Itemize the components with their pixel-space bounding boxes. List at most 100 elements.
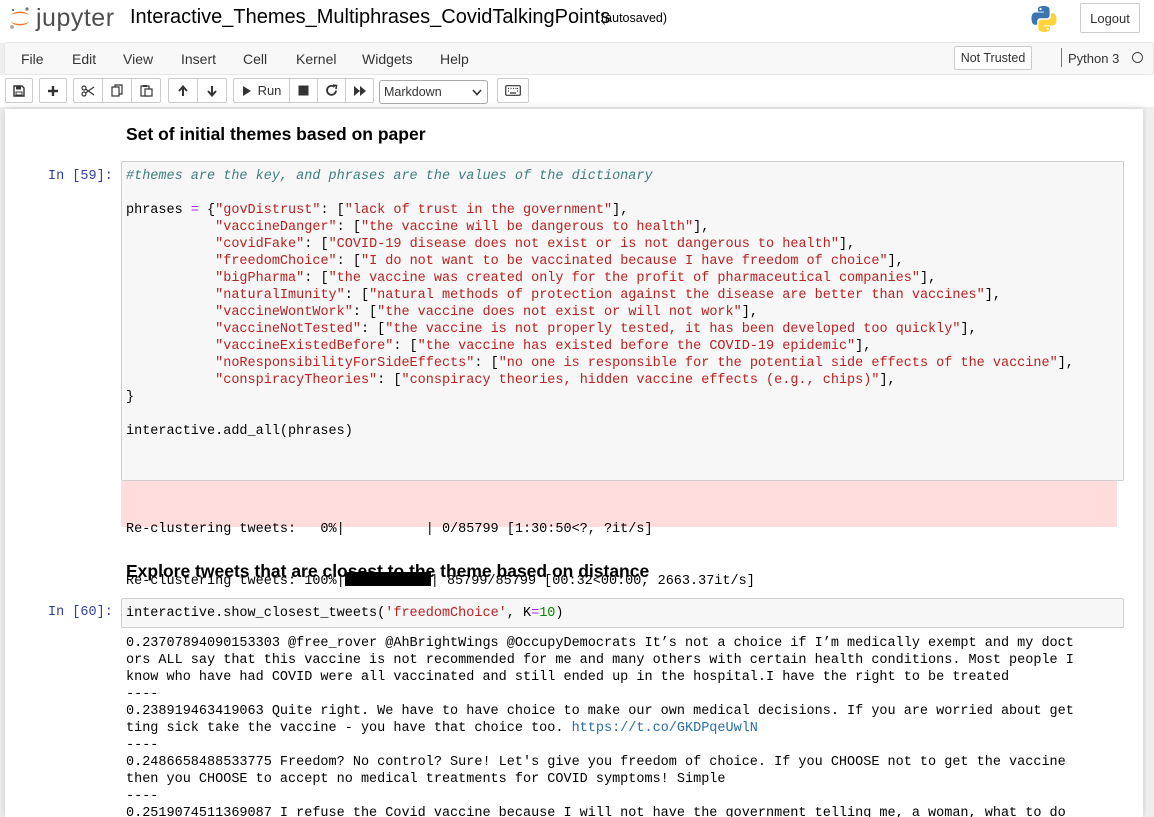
plus-icon [48, 85, 58, 96]
menu-widgets[interactable]: Widgets [362, 51, 413, 67]
code-func: interactive.show_closest_tweets( [126, 606, 386, 621]
move-down-button[interactable] [197, 78, 227, 103]
separator-2: ---- [126, 738, 159, 753]
code-comment-line: #themes are the key, and phrases are the… [126, 168, 1074, 185]
code-dict-value: "the vaccine is not properly tested, it … [385, 322, 961, 337]
code-comment: #themes are the key, and phrases are the… [126, 169, 653, 184]
code-punct: ], [960, 322, 977, 337]
notebook-container[interactable]: Set of initial themes based on paper In … [5, 109, 1143, 817]
save-button[interactable] [5, 78, 33, 103]
code-punct: ], [1057, 356, 1074, 371]
code-operator: = [190, 203, 199, 218]
restart-button[interactable] [317, 78, 346, 103]
code-punct: : [ [304, 271, 329, 286]
input-prompt-60: In [60]: [48, 605, 113, 620]
menu-file[interactable]: File [21, 51, 44, 67]
code-punct: : [ [393, 339, 418, 354]
code-editor-59[interactable]: #themes are the key, and phrases are the… [126, 168, 1074, 440]
code-close-line: } [126, 389, 1074, 406]
save-icon [13, 84, 25, 97]
code-dict-line: "bigPharma": ["the vaccine was created o… [126, 270, 1074, 287]
menu-help[interactable]: Help [440, 51, 469, 67]
code-num: 10 [539, 606, 556, 621]
menu-view[interactable]: View [123, 51, 153, 67]
code-punct: ], [838, 237, 856, 252]
copy-button[interactable] [102, 78, 132, 103]
cell-type-select[interactable]: Markdown [379, 80, 488, 104]
code-dict-line: "vaccineNotTested": ["the vaccine is not… [126, 321, 1074, 338]
menu-cell[interactable]: Cell [243, 51, 267, 67]
code-punct: ], [879, 373, 896, 388]
move-up-button[interactable] [168, 78, 198, 103]
separator-1: ---- [126, 687, 159, 702]
paste-button[interactable] [131, 78, 161, 103]
code-punct: ], [693, 220, 710, 235]
code-dict-key: "vaccineDanger" [215, 220, 337, 235]
code-dict-value: "lack of trust in the government" [344, 203, 613, 218]
code-punct: ], [855, 339, 872, 354]
menubar: File Edit View Insert Cell Kernel Widget… [4, 42, 1154, 75]
markdown-heading-themes[interactable]: Set of initial themes based on paper [126, 124, 426, 145]
input-prompt-59: In [59]: [48, 169, 113, 184]
paste-icon [139, 85, 153, 97]
refresh-icon [326, 84, 338, 96]
code-dict-value: "the vaccine will be dangerous to health… [360, 220, 694, 235]
tweet-2-link[interactable]: https://t.co/GKDPqeUwlN [572, 721, 758, 736]
menu-kernel[interactable]: Kernel [296, 51, 336, 67]
restart-run-all-button[interactable] [345, 78, 374, 103]
markdown-heading-explore[interactable]: Explore tweets that are closest to the t… [126, 561, 649, 582]
command-palette-button[interactable] [497, 78, 529, 103]
code-editor-60[interactable]: interactive.show_closest_tweets('freedom… [126, 605, 564, 622]
code-punct: : [ [360, 322, 386, 337]
kernel-separator [1061, 48, 1062, 67]
progress-line-1: Re-clustering tweets: 0%| | 0/85799 [1:3… [126, 522, 653, 537]
menu-edit[interactable]: Edit [72, 51, 96, 67]
trust-status-button[interactable]: Not Trusted [954, 46, 1032, 70]
code-dict-key: "freedomChoice" [215, 254, 337, 269]
stop-icon [298, 85, 309, 96]
interrupt-button[interactable] [289, 78, 318, 103]
code-punct: ], [984, 288, 1001, 303]
code-close: ) [555, 606, 564, 621]
code-dict-value: "I do not want to be vaccinated because … [360, 254, 888, 269]
arrow-down-icon [207, 85, 217, 97]
code-dict-value: "COVID-19 disease does not exist or is n… [328, 237, 839, 252]
logout-button[interactable]: Logout [1080, 3, 1140, 33]
play-icon [242, 85, 251, 96]
insert-cell-button[interactable] [39, 78, 67, 103]
page-scrollbar-track[interactable] [1146, 109, 1154, 817]
run-button[interactable]: Run [233, 78, 290, 103]
scissors-icon [81, 84, 95, 97]
logo-text: jupyter [36, 3, 115, 32]
notebook-title[interactable]: Interactive_Themes_Multiphrases_CovidTal… [130, 6, 610, 29]
toolbar: Run [0, 75, 1154, 107]
code-dict-line: "covidFake": ["COVID-19 disease does not… [126, 236, 1074, 253]
chevron-down-icon [472, 89, 482, 96]
code-dict-value: "the vaccine has existed before the COVI… [417, 339, 856, 354]
kernel-name[interactable]: Python 3 [1068, 51, 1119, 66]
code-call: interactive.add_all(phrases) [126, 424, 353, 439]
code-dict-line: "conspiracyTheories": ["conspiracy theor… [126, 372, 1074, 389]
cut-button[interactable] [73, 78, 103, 103]
code-dict-key: "govDistrust" [215, 203, 321, 218]
code-punct: : [ [352, 305, 378, 320]
code-punct: ], [741, 305, 758, 320]
code-punct: : [ [377, 373, 402, 388]
code-dict-key: "vaccineNotTested" [215, 322, 361, 337]
code-cell-59[interactable]: #themes are the key, and phrases are the… [121, 161, 1124, 481]
code-cell-60[interactable]: interactive.show_closest_tweets('freedom… [121, 598, 1124, 628]
jupyter-logo[interactable]: jupyter [8, 3, 115, 33]
code-punct: : [ [304, 237, 329, 252]
menu-insert[interactable]: Insert [181, 51, 216, 67]
